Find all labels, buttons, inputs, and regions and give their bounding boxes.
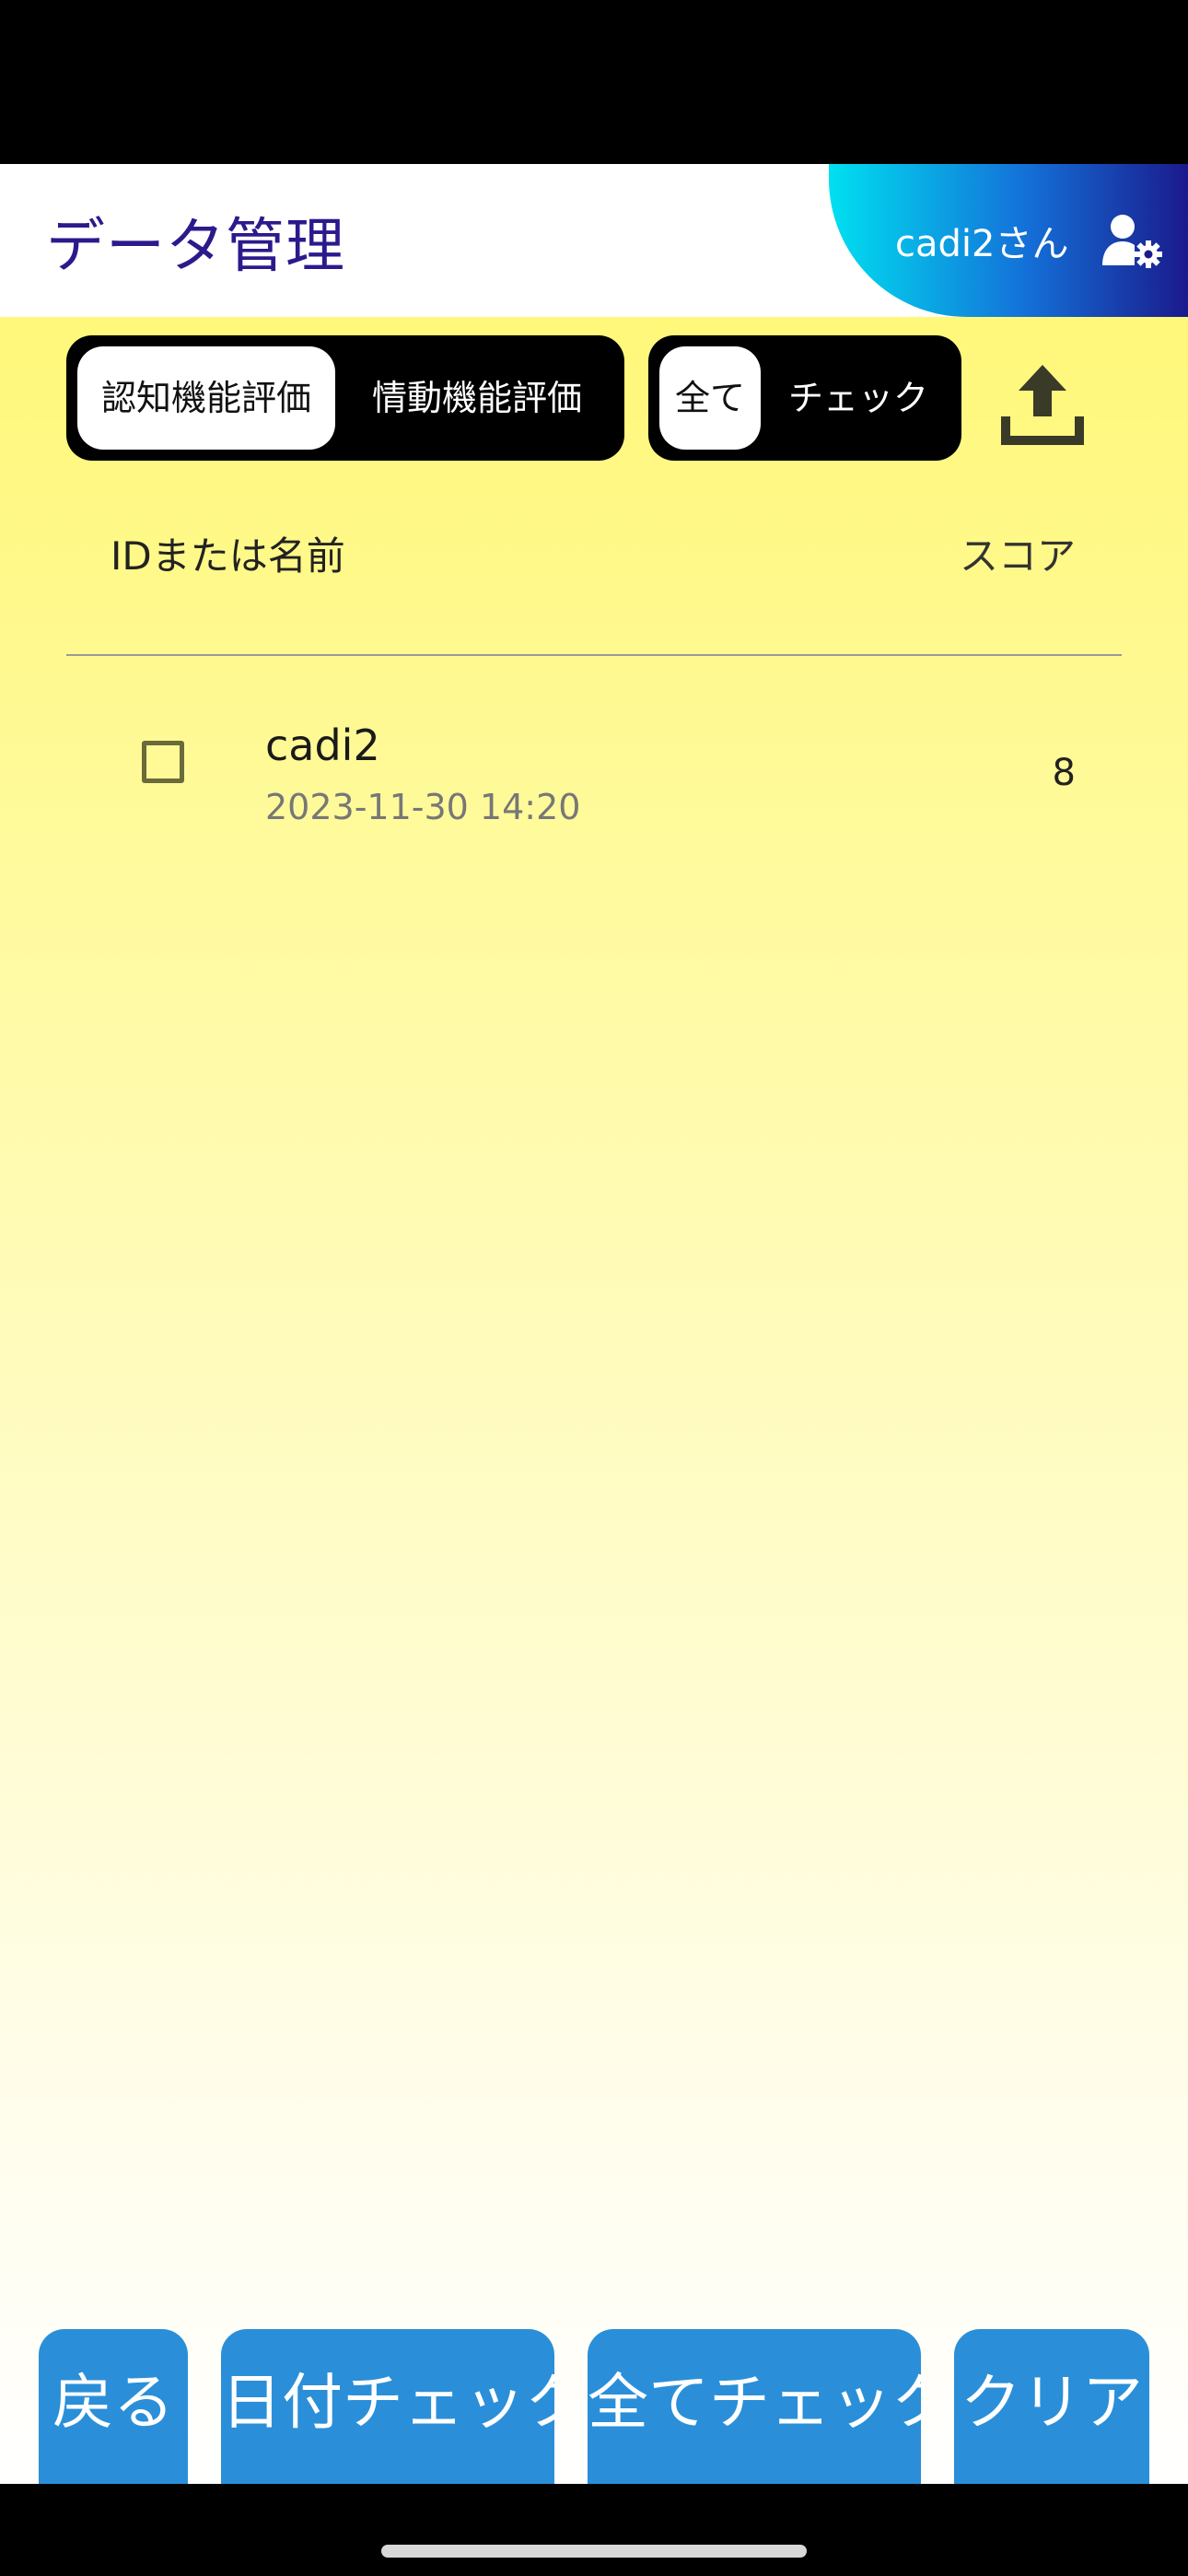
toggle-all[interactable]: 全て xyxy=(659,346,761,450)
user-badge[interactable]: cadi2さん xyxy=(829,164,1188,317)
row-date: 2023-11-30 14:20 xyxy=(265,787,581,827)
filter-toggle: 全て チェック xyxy=(648,335,961,461)
evaluation-type-toggle: 認知機能評価 情動機能評価 xyxy=(66,335,624,461)
upload-icon[interactable] xyxy=(996,357,1089,450)
home-indicator[interactable] xyxy=(381,2545,807,2558)
home-bar-area xyxy=(0,2484,1188,2576)
user-gear-icon[interactable] xyxy=(1101,212,1165,269)
header-divider xyxy=(66,654,1122,656)
row-score: 8 xyxy=(1052,752,1076,794)
column-header-id-name: IDまたは名前 xyxy=(111,533,345,579)
row-name: cadi2 xyxy=(265,720,380,770)
list-row[interactable]: cadi2 2023-11-30 14:20 8 xyxy=(66,695,1122,833)
status-bar xyxy=(0,0,1188,164)
column-header-score: スコア xyxy=(959,533,1076,579)
app-header: データ管理 cadi2さん xyxy=(0,164,1188,317)
toggle-emotional[interactable]: 情動機能評価 xyxy=(339,346,615,450)
page-title: データ管理 xyxy=(46,213,345,281)
content-area: 認知機能評価 情動機能評価 全て チェック IDまたは名前 スコア cadi2 … xyxy=(0,317,1188,2513)
user-name-label: cadi2さん xyxy=(895,223,1069,265)
row-checkbox[interactable] xyxy=(142,741,184,783)
toggle-checked[interactable]: チェック xyxy=(766,346,950,450)
toggle-cognitive[interactable]: 認知機能評価 xyxy=(77,346,335,450)
